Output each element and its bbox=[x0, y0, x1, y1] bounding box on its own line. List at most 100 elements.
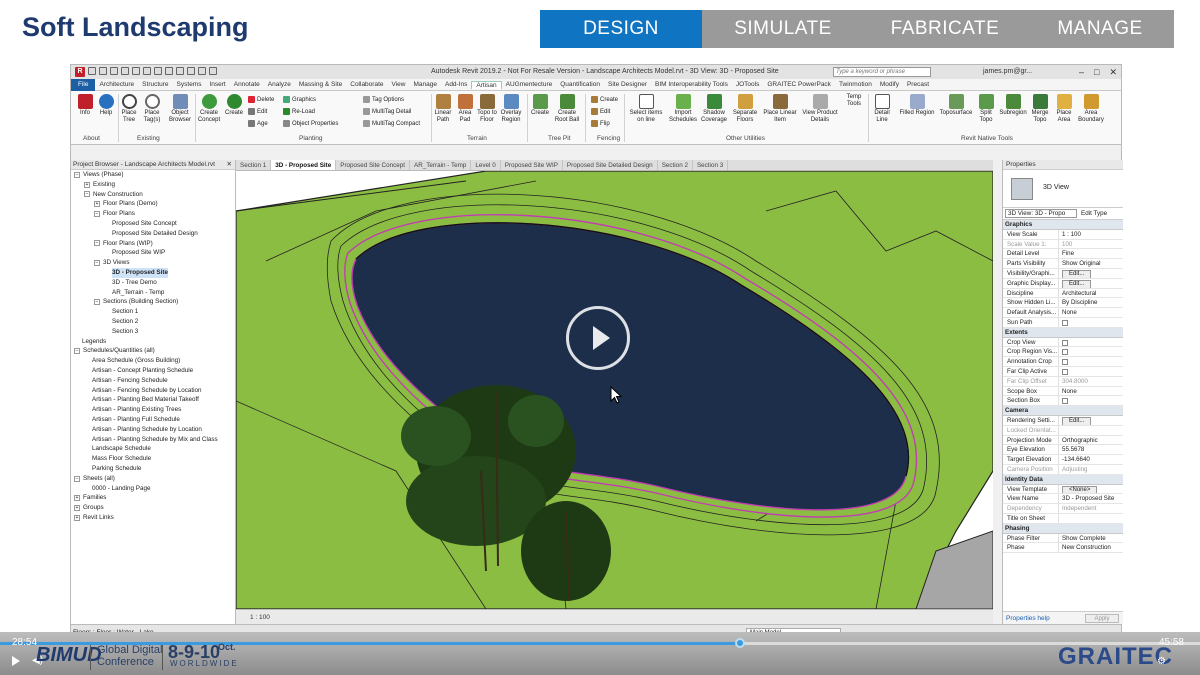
tree-item[interactable]: Artisan - Fencing Schedule bbox=[71, 376, 235, 386]
tree-item[interactable]: Landscape Schedule bbox=[71, 444, 235, 454]
separate-floors-button[interactable]: Separate Floors bbox=[731, 94, 759, 124]
property-value[interactable]: 100 bbox=[1059, 240, 1123, 249]
menu-tab-structure[interactable]: Structure bbox=[138, 81, 172, 88]
tree-item[interactable]: Mass Floor Schedule bbox=[71, 454, 235, 464]
expand-icon[interactable]: + bbox=[74, 514, 80, 521]
menu-tab-site-designer[interactable]: Site Designer bbox=[604, 81, 651, 88]
tree-item[interactable]: Artisan - Planting Bed Material Takeoff bbox=[71, 395, 235, 405]
tree-item[interactable]: Area Schedule (Gross Building) bbox=[71, 356, 235, 366]
tree-item[interactable]: Proposed Site Concept bbox=[71, 219, 235, 229]
tree-item[interactable]: − Floor Plans (WIP) bbox=[71, 239, 235, 249]
property-value[interactable] bbox=[1059, 514, 1123, 523]
menu-tab-manage[interactable]: Manage bbox=[409, 81, 441, 88]
collapse-icon[interactable]: − bbox=[94, 211, 100, 218]
menu-tab-quantification[interactable]: Quantification bbox=[556, 81, 604, 88]
graphics-button[interactable]: Graphics bbox=[283, 96, 316, 104]
tree-item[interactable]: Parking Schedule bbox=[71, 464, 235, 474]
type-selector[interactable]: 3D View bbox=[1003, 170, 1123, 208]
property-value[interactable]: Fine bbox=[1059, 249, 1123, 258]
3d-view-icon[interactable] bbox=[187, 67, 195, 75]
view-tab[interactable]: 3D - Proposed Site bbox=[271, 160, 337, 170]
play-button[interactable] bbox=[566, 306, 630, 370]
property-checkbox[interactable] bbox=[1062, 368, 1068, 375]
tree-item[interactable]: 3D - Tree Demo bbox=[71, 278, 235, 288]
overlay-region-button[interactable]: Overlay Region bbox=[498, 94, 524, 124]
property-edit-button[interactable]: Edit... bbox=[1062, 279, 1092, 288]
info-button[interactable]: Info bbox=[74, 94, 96, 117]
multitag-compact-button[interactable]: MultiTag Compact bbox=[363, 120, 420, 128]
temp-tools-button[interactable]: Temp Tools bbox=[843, 94, 865, 108]
section-icon[interactable] bbox=[198, 67, 206, 75]
linear-path-button[interactable]: Linear Path bbox=[432, 94, 454, 124]
property-checkbox[interactable] bbox=[1062, 339, 1068, 346]
shadow-coverage-button[interactable]: Shadow Coverage bbox=[699, 94, 729, 124]
video-play-icon[interactable] bbox=[12, 656, 20, 666]
tree-item[interactable]: − Sections (Building Section) bbox=[71, 297, 235, 307]
settings-gear-icon[interactable]: ⚙ bbox=[1157, 656, 1166, 667]
view-scale[interactable]: 1 : 100 bbox=[250, 614, 270, 621]
tab-simulate[interactable]: SIMULATE bbox=[702, 10, 864, 48]
collapse-icon[interactable]: − bbox=[94, 240, 100, 247]
redo-icon[interactable] bbox=[132, 67, 140, 75]
undo-icon[interactable] bbox=[121, 67, 129, 75]
place-linear-item-button[interactable]: Place Linear Item bbox=[763, 94, 797, 124]
tree-item[interactable]: Artisan - Concept Planting Schedule bbox=[71, 366, 235, 376]
tree-item[interactable]: − Sheets (all) bbox=[71, 474, 235, 484]
collapse-icon[interactable]: − bbox=[84, 191, 90, 198]
help-button[interactable]: Help bbox=[95, 94, 117, 117]
multitag-detail-button[interactable]: MultiTag Detail bbox=[363, 108, 411, 116]
tree-item[interactable]: Artisan - Planting Schedule by Location bbox=[71, 425, 235, 435]
tree-item[interactable]: − New Construction bbox=[71, 190, 235, 200]
close-icon[interactable]: ✕ bbox=[227, 160, 232, 170]
property-value[interactable]: 1 : 100 bbox=[1059, 230, 1123, 239]
revit-logo-icon[interactable]: R bbox=[75, 67, 85, 77]
property-value[interactable] bbox=[1059, 318, 1123, 327]
property-value[interactable]: 55.5678 bbox=[1059, 445, 1123, 454]
split-topo-button[interactable]: Split Topo bbox=[975, 94, 997, 124]
property-value[interactable] bbox=[1059, 347, 1123, 356]
menu-tab-annotate[interactable]: Annotate bbox=[230, 81, 264, 88]
area-pad-button[interactable]: Area Pad bbox=[454, 94, 476, 124]
view-tab[interactable]: Proposed Site Concept bbox=[336, 160, 411, 170]
create-concept-button[interactable]: Create Concept bbox=[196, 94, 222, 124]
tab-design[interactable]: DESIGN bbox=[540, 10, 702, 48]
edit-fence-button[interactable]: Edit bbox=[591, 108, 610, 116]
close-icon[interactable]: ✕ bbox=[1109, 67, 1117, 78]
area-boundary-button[interactable]: Area Boundary bbox=[1076, 94, 1106, 124]
collapse-icon[interactable]: − bbox=[74, 348, 80, 355]
expand-icon[interactable]: + bbox=[94, 201, 100, 208]
property-value[interactable]: None bbox=[1059, 308, 1123, 317]
menu-tab-augmentecture[interactable]: AUGmentecture bbox=[502, 81, 557, 88]
edit-button[interactable]: Edit bbox=[248, 108, 267, 116]
minimize-icon[interactable]: – bbox=[1079, 67, 1084, 78]
create-fence-button[interactable]: Create bbox=[591, 96, 618, 104]
toposurface-button[interactable]: Toposurface bbox=[939, 94, 973, 117]
edit-type-button[interactable]: Edit Type bbox=[1081, 210, 1107, 217]
collapse-icon[interactable]: − bbox=[94, 299, 100, 306]
property-value[interactable] bbox=[1059, 426, 1123, 435]
property-value[interactable]: Edit... bbox=[1059, 269, 1123, 278]
reload-button[interactable]: Re-Load bbox=[283, 108, 315, 116]
property-value[interactable]: Architectural bbox=[1059, 289, 1123, 298]
tree-item[interactable]: − Views (Phase) bbox=[71, 170, 235, 180]
search-input[interactable]: Type a keyword or phrase bbox=[833, 67, 931, 77]
tag-options-button[interactable]: Tag Options bbox=[363, 96, 404, 104]
menu-tab-systems[interactable]: Systems bbox=[173, 81, 206, 88]
view-tab[interactable]: Level 0 bbox=[471, 160, 501, 170]
property-value[interactable] bbox=[1059, 338, 1123, 347]
menu-tab-analyze[interactable]: Analyze bbox=[264, 81, 295, 88]
object-properties-button[interactable]: Object Properties bbox=[283, 120, 338, 128]
property-value[interactable]: New Construction bbox=[1059, 543, 1123, 552]
view-tab[interactable]: Proposed Site WIP bbox=[501, 160, 563, 170]
property-value[interactable]: None bbox=[1059, 387, 1123, 396]
tree-item[interactable]: Proposed Site WIP bbox=[71, 248, 235, 258]
property-checkbox[interactable] bbox=[1062, 349, 1068, 356]
property-value[interactable]: 304.8000 bbox=[1059, 377, 1123, 386]
tree-item[interactable]: − Schedules/Quantities (all) bbox=[71, 346, 235, 356]
create-rootball-button[interactable]: Create Root Ball bbox=[553, 94, 581, 124]
property-section-header[interactable]: Graphics bbox=[1003, 220, 1123, 230]
menu-tab-artisan[interactable]: Artisan bbox=[471, 80, 502, 89]
tree-item[interactable]: + Existing bbox=[71, 180, 235, 190]
tree-item[interactable]: Artisan - Planting Schedule by Mix and C… bbox=[71, 435, 235, 445]
property-value[interactable]: Edit... bbox=[1059, 416, 1123, 425]
